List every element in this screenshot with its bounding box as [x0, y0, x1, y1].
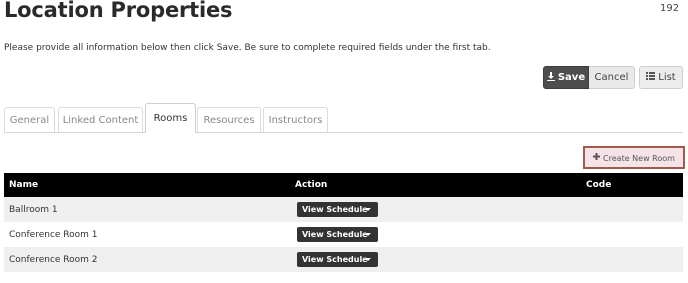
tab-divider — [4, 132, 683, 133]
table-body: Ballroom 1 View Schedule Conference Room… — [4, 197, 683, 272]
cancel-button[interactable]: Cancel — [589, 66, 635, 89]
room-name: Ballroom 1 — [9, 204, 58, 215]
view-schedule-label: View Schedule — [302, 255, 368, 264]
caret-down-icon — [365, 233, 371, 236]
create-new-room-label: Create New Room — [603, 153, 675, 163]
action-cell: View Schedule — [295, 247, 378, 272]
save-label: Save — [557, 72, 586, 83]
column-header-action: Action — [295, 180, 328, 190]
list-label: List — [658, 72, 676, 83]
plus-icon — [593, 153, 601, 163]
view-schedule-dropdown[interactable]: View Schedule — [297, 252, 378, 267]
tab-linked-content[interactable]: Linked Content — [58, 107, 143, 132]
view-schedule-label: View Schedule — [302, 205, 368, 214]
room-name: Conference Room 2 — [9, 254, 98, 265]
column-header-code: Code — [586, 180, 612, 190]
create-new-room-button[interactable]: Create New Room — [583, 146, 685, 169]
table-row: Conference Room 1 View Schedule — [4, 222, 683, 247]
table-row: Ballroom 1 View Schedule — [4, 197, 683, 222]
tab-rooms[interactable]: Rooms — [145, 103, 196, 133]
form-actions: Save Cancel — [543, 66, 635, 89]
action-cell: View Schedule — [295, 197, 378, 222]
caret-down-icon — [365, 258, 371, 261]
view-schedule-dropdown[interactable]: View Schedule — [297, 227, 378, 242]
view-schedule-dropdown[interactable]: View Schedule — [297, 202, 378, 217]
cancel-label: Cancel — [594, 72, 629, 83]
tab-bar: General Linked Content Rooms Resources I… — [4, 103, 683, 133]
save-button[interactable]: Save — [543, 66, 589, 89]
tab-general[interactable]: General — [4, 107, 55, 132]
column-header-name: Name — [9, 180, 39, 190]
action-cell: View Schedule — [295, 222, 378, 247]
tab-resources[interactable]: Resources — [197, 107, 261, 132]
caret-down-icon — [365, 208, 371, 211]
download-icon — [546, 71, 555, 84]
table-header: Name Action Code — [4, 173, 683, 197]
tab-instructors[interactable]: Instructors — [263, 107, 328, 132]
list-icon — [646, 72, 656, 83]
page-title: Location Properties — [4, 0, 233, 22]
room-name: Conference Room 1 — [9, 229, 98, 240]
table-row: Conference Room 2 View Schedule — [4, 247, 683, 272]
instructions-text: Please provide all information below the… — [4, 43, 491, 53]
list-button[interactable]: List — [639, 66, 683, 89]
rooms-table: Name Action Code Ballroom 1 View Schedul… — [4, 173, 683, 272]
page-number: 192 — [660, 3, 680, 14]
view-schedule-label: View Schedule — [302, 230, 368, 239]
